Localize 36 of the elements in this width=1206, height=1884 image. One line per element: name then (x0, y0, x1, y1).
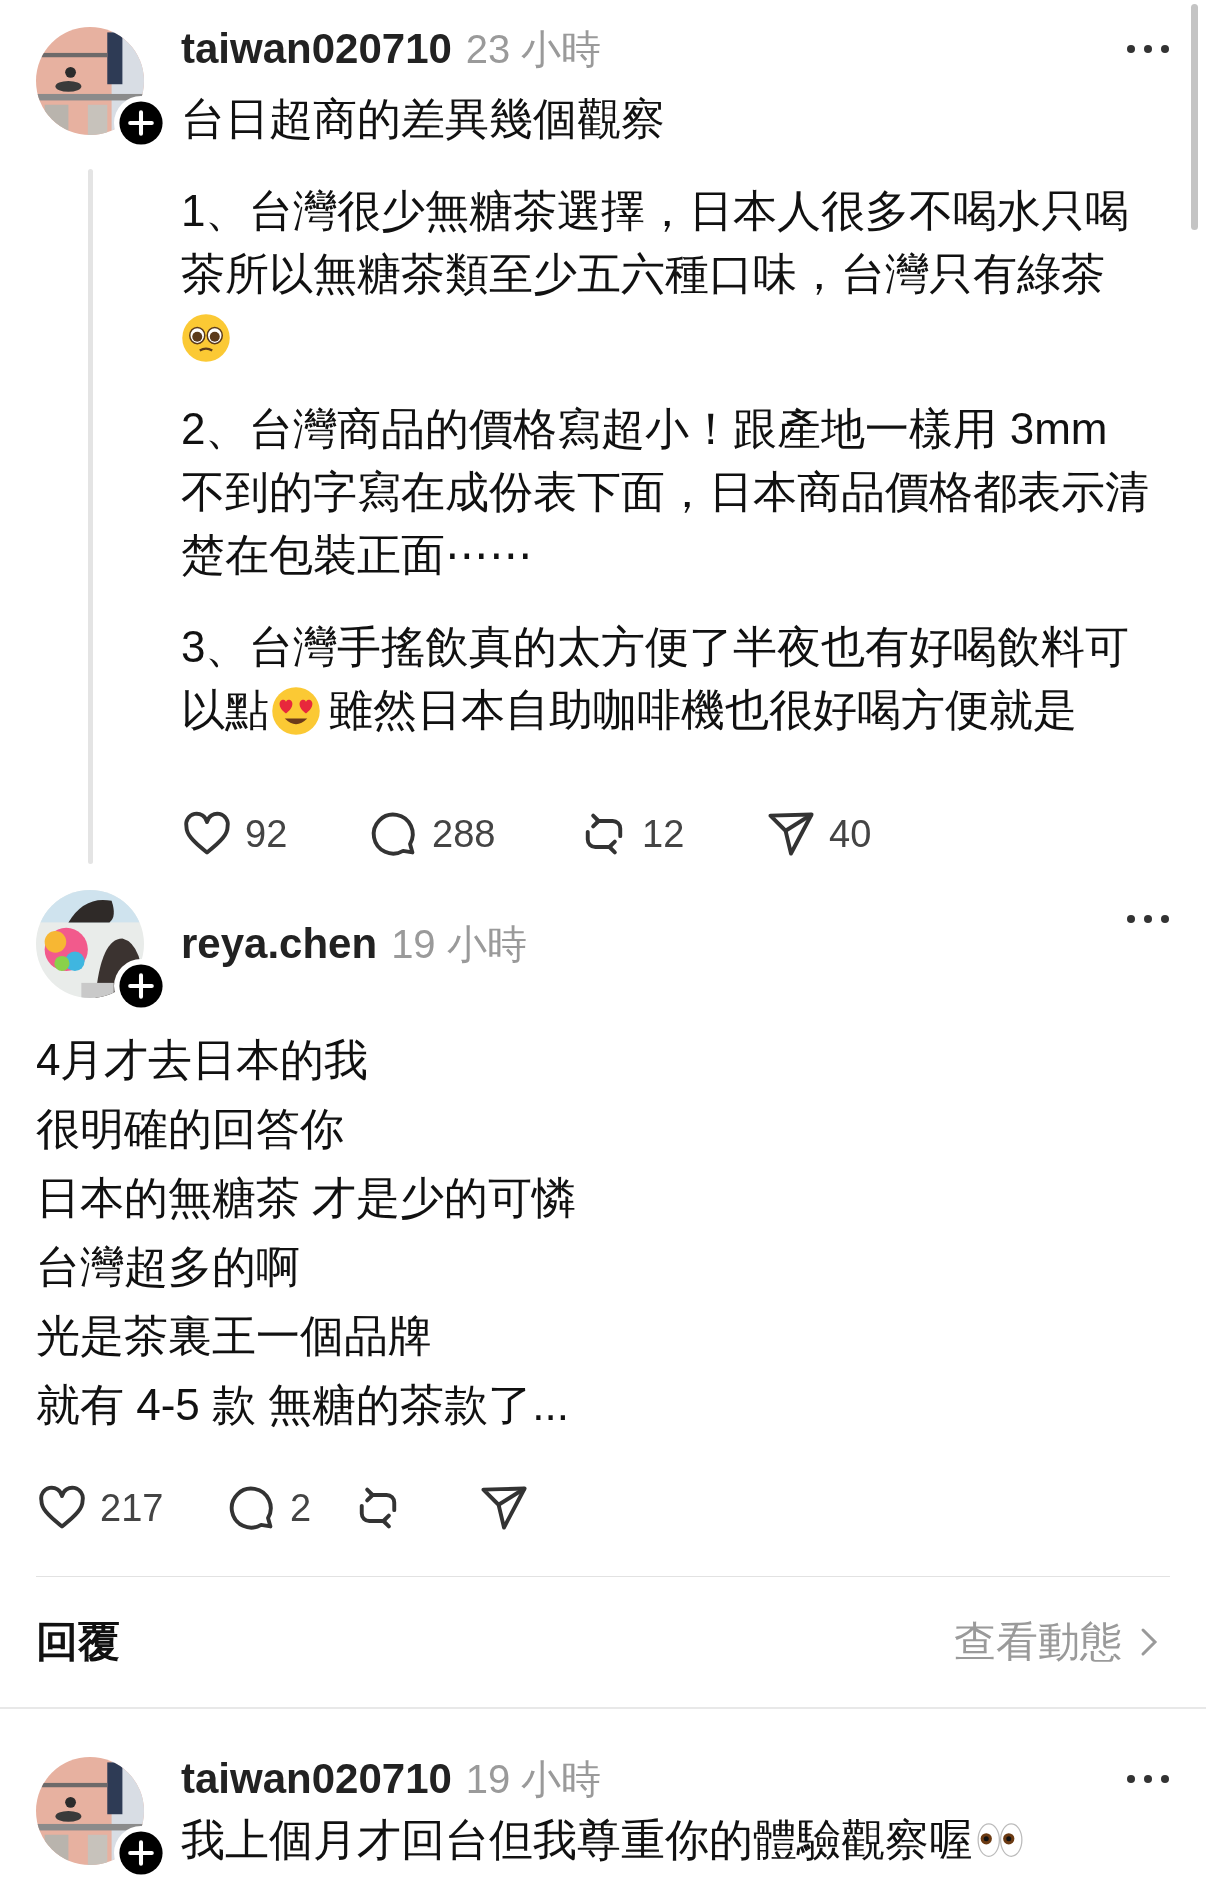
username[interactable]: taiwan020710 (181, 1755, 452, 1803)
post-text: 茶所以無糖茶類至少五六種口味，台灣只有綠茶 (181, 248, 1105, 300)
post-text: 雖然日本自助咖啡機也很好喝方便就是 (329, 684, 1077, 736)
like-button[interactable]: 92 (181, 808, 368, 860)
chevron-icon (1140, 1627, 1158, 1657)
post-text: 1、台灣很少無糖茶選擇，日本人很多不喝水只喝 (181, 185, 1130, 237)
more-icon[interactable] (1126, 914, 1170, 924)
post-text: 台灣超多的啊 (36, 1241, 300, 1293)
pleading-face-icon (181, 312, 231, 363)
share-button[interactable]: 40 (765, 808, 952, 860)
username[interactable]: taiwan020710 (181, 25, 452, 73)
more-icon[interactable] (1126, 1774, 1170, 1784)
post-text: 以點 (181, 684, 269, 736)
post-text: 光是茶裏王一個品牌 (36, 1310, 432, 1362)
comment-button[interactable]: 2 (226, 1482, 352, 1534)
like-button[interactable]: 217 (36, 1482, 226, 1534)
post-text: 很明確的回答你 (36, 1103, 344, 1155)
heart-eyes-icon (271, 685, 321, 736)
post-text: 3、台灣手搖飲真的太方便了半夜也有好喝飲料可 (181, 621, 1130, 673)
comment-button[interactable]: 288 (368, 808, 578, 860)
post-text: 不到的字寫在成份表下面，日本商品價格都表示清 (181, 466, 1149, 518)
username[interactable]: reya.chen (181, 920, 378, 968)
replies-heading: 回覆 (36, 1617, 120, 1667)
post-text: 2、台灣商品的價格寫超小！跟產地一樣用 3mm (181, 403, 1108, 455)
post-text: 日本的無糖茶 才是少的可憐 (36, 1172, 577, 1224)
post-text: 台日超商的差異幾個觀察 (181, 93, 665, 145)
post-time: 23 小時 (465, 25, 602, 73)
post-time: 19 小時 (465, 1755, 602, 1803)
post-text: 楚在包裝正面⋯⋯ (181, 529, 533, 581)
more-icon[interactable] (1126, 44, 1170, 54)
post-text: 就有 4-5 款 無糖的茶款了... (36, 1379, 569, 1431)
repost-button[interactable]: 12 (578, 808, 765, 860)
post-text: 4月才去日本的我 (36, 1034, 369, 1086)
post-text: 我上個月才回台但我尊重你的體驗觀察喔 (181, 1814, 973, 1866)
post-time: 19 小時 (391, 920, 527, 968)
scrollbar[interactable] (1191, 4, 1198, 230)
